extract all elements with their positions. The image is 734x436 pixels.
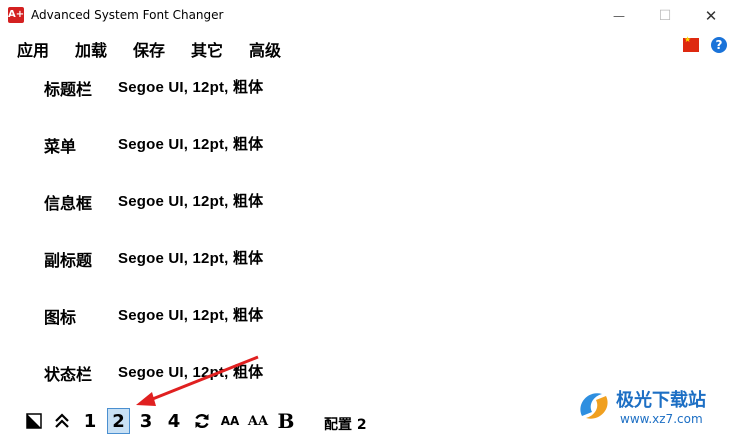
font-row-label: 菜单 <box>44 137 77 156</box>
font-row-menu[interactable]: 菜单 Segoe UI, 12pt, 粗体 <box>0 131 600 156</box>
font-row-icon[interactable]: 图标 Segoe UI, 12pt, 粗体 <box>0 302 600 327</box>
profile-2-button[interactable]: 2 <box>107 408 130 434</box>
watermark-swirl-icon <box>580 393 608 419</box>
font-size-large-button[interactable]: AA <box>246 408 270 434</box>
close-button[interactable]: ✕ <box>688 0 734 31</box>
font-size-small-button[interactable]: AA <box>219 408 241 434</box>
menu-other[interactable]: 其它 <box>191 37 223 61</box>
title-bar: A+ Advanced System Font Changer — ☐ ✕ <box>0 0 734 31</box>
app-icon: A+ <box>8 7 24 23</box>
watermark-url: www.xz7.com <box>620 412 703 426</box>
profile-3-button[interactable]: 3 <box>136 408 156 434</box>
help-icon[interactable]: ? <box>711 37 727 53</box>
font-row-value[interactable]: Segoe UI, 12pt, 粗体 <box>118 133 263 154</box>
watermark-name: 极光下载站 <box>616 390 706 411</box>
font-row-statusbar[interactable]: 状态栏 Segoe UI, 12pt, 粗体 <box>0 359 600 384</box>
china-flag-icon[interactable] <box>683 35 699 52</box>
font-row-label: 副标题 <box>44 251 93 270</box>
contrast-icon[interactable] <box>25 408 43 434</box>
font-row-label: 状态栏 <box>44 365 93 384</box>
font-row-value[interactable]: Segoe UI, 12pt, 粗体 <box>118 361 263 382</box>
profile-4-button[interactable]: 4 <box>164 408 184 434</box>
font-row-label: 标题栏 <box>44 80 93 99</box>
menu-apply[interactable]: 应用 <box>17 37 49 61</box>
font-row-messagebox[interactable]: 信息框 Segoe UI, 12pt, 粗体 <box>0 188 600 213</box>
config-label: 配置 2 <box>324 417 367 433</box>
menu-bar: 应用 加载 保存 其它 高级 <box>0 33 734 61</box>
font-row-label: 信息框 <box>44 194 93 213</box>
font-row-value[interactable]: Segoe UI, 12pt, 粗体 <box>118 76 263 97</box>
double-chevron-up-icon[interactable] <box>52 408 72 434</box>
menu-save[interactable]: 保存 <box>133 37 165 61</box>
font-row-subtitle[interactable]: 副标题 Segoe UI, 12pt, 粗体 <box>0 245 600 270</box>
refresh-icon[interactable] <box>191 408 213 434</box>
font-row-value[interactable]: Segoe UI, 12pt, 粗体 <box>118 247 263 268</box>
window-title: Advanced System Font Changer <box>31 8 224 22</box>
minimize-button[interactable]: — <box>596 0 642 31</box>
menu-advanced[interactable]: 高级 <box>249 37 281 61</box>
maximize-button[interactable]: ☐ <box>642 0 688 31</box>
font-row-label: 图标 <box>44 308 77 327</box>
bold-button[interactable]: B <box>275 408 297 434</box>
watermark-logo: 极光下载站 www.xz7.com <box>572 382 732 432</box>
font-row-value[interactable]: Segoe UI, 12pt, 粗体 <box>118 190 263 211</box>
font-row-value[interactable]: Segoe UI, 12pt, 粗体 <box>118 304 263 325</box>
profile-1-button[interactable]: 1 <box>80 408 100 434</box>
menu-load[interactable]: 加载 <box>75 37 107 61</box>
font-row-titlebar[interactable]: 标题栏 Segoe UI, 12pt, 粗体 <box>0 74 600 99</box>
